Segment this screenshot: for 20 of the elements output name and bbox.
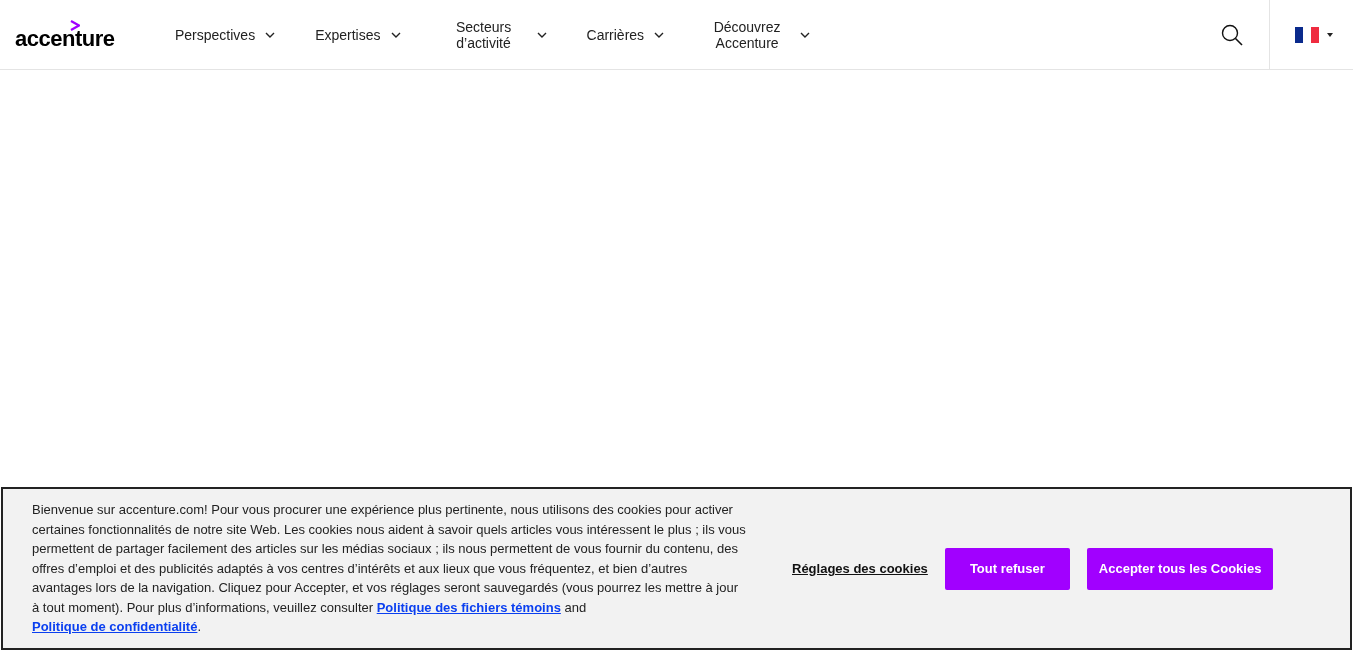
- chevron-mark-icon: [70, 19, 80, 31]
- cookie-notice-text: Bienvenue sur accenture.com! Pour vous procurer une expérience plus pertinente, nous utilisons des cookies pour activer certaines fonctionnalités de notre site Web. Les cookies nous aident à savoir quels articles vous intéressent le plus ; ils vous permettent de partager facilement des articles sur les médias sociaux ; ils nous permettent de vous fournir du contenu, des offres d’emploi et des publicités adaptés à vos centres d’intérêts et aux lieux que vous fréquentez, et bien d’autres avantages lors de la navigation. Cliquez pour Accepter, et vos réglages seront sauvegardés (vous pourrez les mettre à jour à tout moment). Pour plus d’informations, veuillez consulter Politique des fichiers témoins and Politique de confidentialité.: [32, 501, 747, 637]
- chevron-down-icon: [390, 31, 401, 38]
- cookie-settings-link[interactable]: Réglages des cookies: [792, 561, 928, 576]
- nav-menu-item[interactable]: Expertises: [315, 26, 401, 43]
- chevron-down-icon: [265, 31, 276, 38]
- chevron-down-icon: [800, 31, 811, 38]
- chevron-down-icon: [654, 31, 665, 38]
- logo[interactable]: accenture: [15, 27, 115, 50]
- search-icon[interactable]: [1221, 23, 1243, 46]
- policy-link[interactable]: Politique des fichiers témoins: [376, 599, 561, 615]
- reject-all-button[interactable]: Tout refuser: [944, 547, 1070, 590]
- caret-icon: [1327, 32, 1333, 37]
- nav-menu-item[interactable]: Carrières: [586, 26, 665, 43]
- accept-all-button[interactable]: Accepter tous les Cookies: [1086, 547, 1274, 590]
- nav-menu-item[interactable]: Secteurs d’activité: [440, 18, 547, 51]
- nav-menu-item[interactable]: Découvrez Accenture: [704, 18, 811, 51]
- chevron-down-icon: [536, 31, 547, 38]
- flag-icon: [1295, 26, 1319, 43]
- nav-menu-item[interactable]: Perspectives: [175, 26, 276, 43]
